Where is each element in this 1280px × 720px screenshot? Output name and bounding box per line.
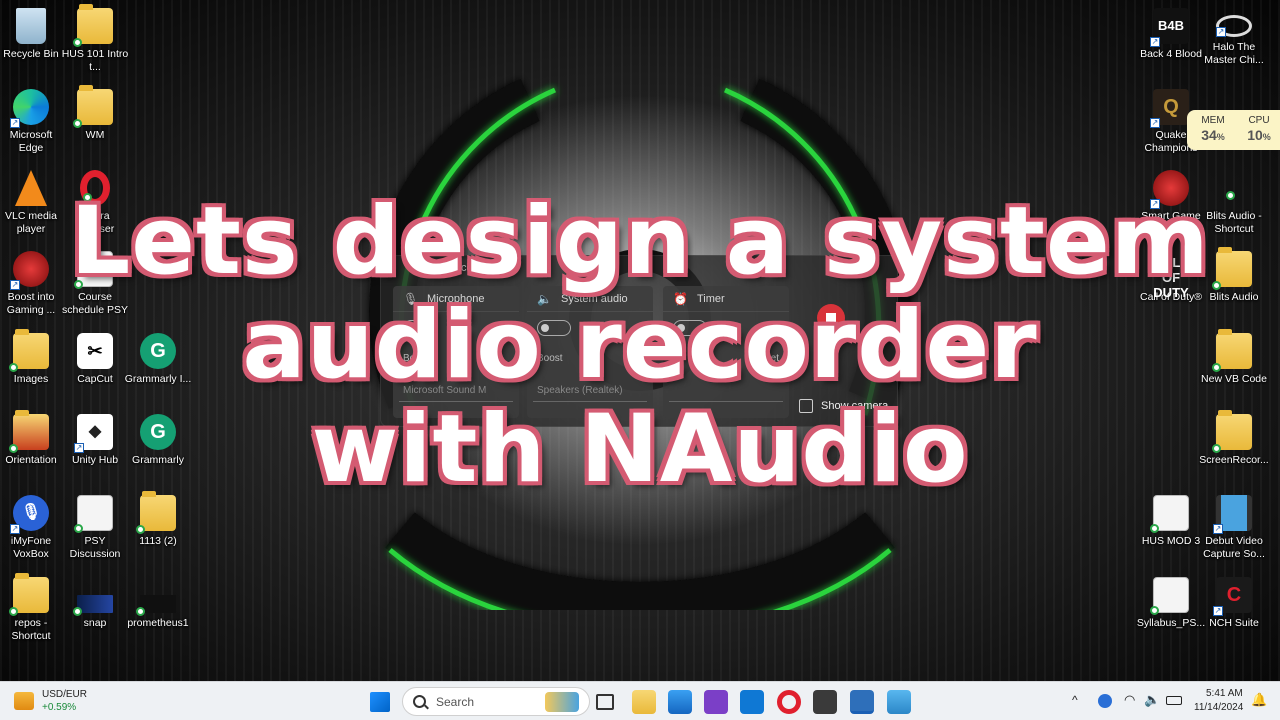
mem-unit: % [1216,132,1225,142]
windows-start-icon[interactable] [370,692,390,712]
folder-icon [9,573,49,616]
folder-icon [73,4,113,47]
search-icon [413,695,426,708]
folder-icon [1212,329,1252,372]
folder-icon [9,329,49,372]
cpu-value: 10 [1247,127,1263,143]
vlc-icon [15,170,47,206]
image-icon [73,595,113,616]
outlook-icon[interactable] [740,690,764,714]
currency-change: +0.59% [42,702,77,713]
video-title-overlay: Lets design a system audio recorder with… [60,190,1220,502]
notification-bell-icon[interactable]: 🔔 [1251,692,1267,708]
voxbox-icon: 🎙 ↗ [10,495,49,534]
desktop-icon-1113[interactable]: 1113 (2) [123,491,193,548]
desktop-icon-boost-gaming[interactable]: ↗ Boost into Gaming ... [0,251,66,317]
search-placeholder: Search [436,694,475,709]
volume-icon[interactable]: 🔈 [1144,692,1160,708]
desktop-icon-wm[interactable]: WM [60,85,130,142]
opera-taskbar-icon[interactable] [777,690,801,714]
halo-icon: ↗ [1216,15,1252,37]
desktop-icon-vlc[interactable]: VLC media player [0,170,66,236]
folder-icon [1212,247,1252,290]
blank-file-icon [1216,170,1252,206]
title-line-3: with NAudio [311,395,969,504]
microsoft-store-icon[interactable] [668,690,692,714]
taskbar[interactable]: USD/EUR +0.59% Search ^ ◠ 🔈 5:41 AM 11/1… [0,681,1280,720]
desktop-icon-syllabus[interactable]: Syllabus_PS... [1136,577,1206,630]
desktop-icon-orientation[interactable]: Orientation [0,410,66,467]
desktop-icon-nch-suite[interactable]: C ↗ NCH Suite [1199,577,1269,630]
nch-icon: C ↗ [1213,577,1252,616]
desktop-icon-halo[interactable]: ↗ Halo The Master Chi... [1199,8,1269,67]
desktop-icon-recycle-bin[interactable]: Recycle Bin [0,8,66,61]
debut-icon: ↗ [1213,495,1252,534]
performance-widget[interactable]: MEM 34% CPU 10% [1187,110,1280,150]
currency-pair: USD/EUR [42,689,88,700]
desktop-icon-repos[interactable]: repos - Shortcut [0,573,66,643]
notepad-icon[interactable] [887,690,911,714]
back4blood-icon: B4B ↗ [1150,8,1189,47]
quake-icon: Q ↗ [1150,89,1189,128]
tray-app-icon[interactable] [1098,694,1112,708]
desktop-icon-edge[interactable]: ↗ Microsoft Edge [0,89,66,155]
desktop-icon-images[interactable]: Images [0,329,66,386]
task-view-icon[interactable] [596,694,614,710]
desktop-icon-back4blood[interactable]: B4B ↗ Back 4 Blood [1136,8,1206,61]
recycle-bin-icon [16,8,46,44]
battery-icon[interactable] [1166,696,1182,705]
taskbar-search[interactable]: Search [402,687,590,716]
title-line-1: Lets design a system [70,187,1210,296]
clock-time[interactable]: 5:41 AM [1206,688,1243,699]
mem-value: 34 [1201,127,1217,143]
desktop-icon-hus101[interactable]: HUS 101 Intro t... [60,4,130,74]
cpu-unit: % [1262,132,1271,142]
clock-date[interactable]: 11/14/2024 [1194,702,1243,713]
game-booster-icon: ↗ [10,251,49,290]
desktop-icon-hus-mod3[interactable]: HUS MOD 3 [1136,495,1206,548]
folder-icon [73,85,113,128]
mem-label: MEM [1201,115,1225,126]
photos-icon[interactable] [813,690,837,714]
search-highlight-icon [545,692,579,712]
wifi-icon[interactable]: ◠ [1124,692,1135,708]
image-icon [136,595,176,616]
desktop-icon-psy-discussion[interactable]: PSY Discussion [60,495,130,561]
cpu-label: CPU [1248,115,1270,126]
currency-widget[interactable]: USD/EUR +0.59% [14,687,124,717]
visual-studio-icon[interactable] [704,690,728,714]
folder-icon [1212,410,1252,453]
recorder-app-taskbar-icon[interactable] [850,690,874,714]
desktop-icon-prometheus[interactable]: prometheus1 [123,577,193,630]
edge-icon: ↗ [10,89,49,128]
title-line-2: audio recorder [242,291,1038,400]
file-explorer-icon[interactable] [632,690,656,714]
tray-chevron-icon[interactable]: ^ [1072,693,1078,707]
desktop-icon-debut[interactable]: ↗ Debut Video Capture So... [1199,495,1269,561]
desktop-icon-snap[interactable]: snap [60,577,130,630]
document-icon [1150,577,1189,615]
folder-icon [9,410,49,453]
desktop-icon-voxbox[interactable]: 🎙 ↗ iMyFone VoxBox [0,495,66,561]
currency-icon [14,692,34,710]
